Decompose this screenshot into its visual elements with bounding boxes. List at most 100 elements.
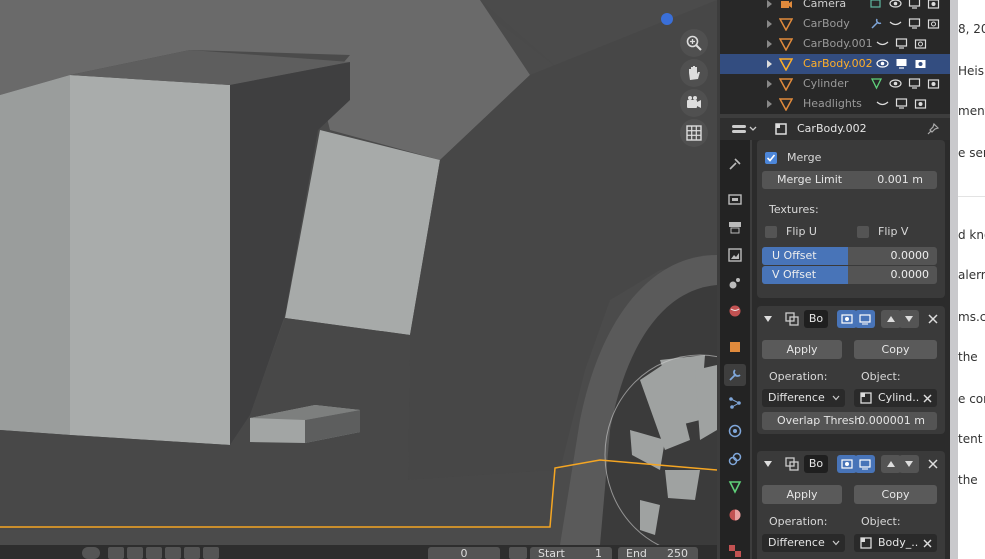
- camera-view-icon[interactable]: [680, 89, 708, 117]
- expand-arrow-icon[interactable]: [767, 20, 772, 28]
- outliner-row-headlights[interactable]: Headlights: [720, 94, 950, 114]
- expand-arrow-icon[interactable]: [767, 0, 772, 8]
- scene-tab-icon[interactable]: [724, 272, 746, 294]
- merge-limit-field[interactable]: Merge Limit 0.001 m: [762, 171, 937, 189]
- operation-select[interactable]: Difference: [762, 389, 845, 407]
- eye-icon[interactable]: [889, 77, 902, 90]
- copy-button[interactable]: Copy: [854, 485, 937, 504]
- zoom-icon[interactable]: [680, 29, 708, 57]
- tool-tab-icon[interactable]: [724, 153, 746, 175]
- flip-u-checkbox[interactable]: [765, 226, 777, 238]
- data-tab-icon[interactable]: [724, 476, 746, 498]
- move-up-icon[interactable]: [881, 455, 901, 473]
- expand-arrow-icon[interactable]: [767, 40, 772, 48]
- copy-button[interactable]: Copy: [854, 340, 937, 359]
- monitor-icon[interactable]: [908, 0, 921, 10]
- apply-button[interactable]: Apply: [762, 485, 842, 504]
- close-icon[interactable]: [927, 313, 939, 325]
- eye-icon[interactable]: [876, 57, 889, 70]
- world-tab-icon[interactable]: [724, 300, 746, 322]
- prev-keyframe-button[interactable]: [127, 547, 143, 559]
- wrench-modifier-icon[interactable]: [870, 17, 883, 30]
- output-tab-icon[interactable]: [724, 216, 746, 238]
- pin-icon[interactable]: [926, 122, 940, 136]
- render-camera-icon[interactable]: [914, 37, 927, 50]
- eye-closed-icon[interactable]: [876, 97, 889, 110]
- apply-button[interactable]: Apply: [762, 340, 842, 359]
- particles-tab-icon[interactable]: [724, 392, 746, 414]
- play-button[interactable]: [165, 547, 181, 559]
- record-button[interactable]: [82, 547, 100, 559]
- 3d-viewport[interactable]: [0, 0, 717, 545]
- monitor-icon[interactable]: [895, 37, 908, 50]
- stopwatch-icon[interactable]: [509, 547, 527, 559]
- mesh-object-icon: [779, 78, 793, 91]
- move-down-icon[interactable]: [899, 310, 919, 328]
- outliner-row-carbody-002[interactable]: CarBody.002: [720, 54, 950, 74]
- monitor-icon[interactable]: [908, 77, 921, 90]
- eye-closed-icon[interactable]: [876, 37, 889, 50]
- jump-start-button[interactable]: [108, 547, 124, 559]
- jump-end-button[interactable]: [203, 547, 219, 559]
- outliner-row-cylinder[interactable]: Cylinder: [720, 74, 950, 94]
- render-camera-icon[interactable]: [927, 77, 940, 90]
- move-up-icon[interactable]: [881, 310, 901, 328]
- render-camera-icon[interactable]: [914, 97, 927, 110]
- outliner-row-camera[interactable]: Camera: [720, 0, 950, 14]
- render-toggle-icon[interactable]: [837, 310, 857, 328]
- overlap-thresh-field[interactable]: Overlap Thresh 0.000001 m: [762, 412, 937, 430]
- play-reverse-button[interactable]: [146, 547, 162, 559]
- modifier-wrench-tab-icon[interactable]: [724, 364, 746, 386]
- outliner-row-carbody[interactable]: CarBody: [720, 14, 950, 34]
- outliner-row-carbody-001[interactable]: CarBody.001: [720, 34, 950, 54]
- object-tab-icon[interactable]: [724, 336, 746, 358]
- expand-arrow-icon[interactable]: [767, 100, 772, 108]
- editor-type-icon[interactable]: [730, 121, 760, 137]
- viewport-toggle-icon[interactable]: [855, 455, 875, 473]
- v-offset-slider[interactable]: V Offset 0.0000: [762, 266, 937, 284]
- object-picker[interactable]: Body_..: [854, 534, 937, 552]
- physics-tab-icon[interactable]: [724, 420, 746, 442]
- render-tab-icon[interactable]: [724, 188, 746, 210]
- operation-select[interactable]: Difference: [762, 534, 845, 552]
- flip-v-checkbox[interactable]: [857, 226, 869, 238]
- collapse-arrow-icon[interactable]: [763, 459, 773, 469]
- monitor-icon[interactable]: [895, 97, 908, 110]
- next-keyframe-button[interactable]: [184, 547, 200, 559]
- merge-checkbox[interactable]: [765, 152, 777, 164]
- camera-data-icon[interactable]: [870, 0, 883, 10]
- clear-x-icon[interactable]: [923, 394, 932, 403]
- start-frame-field[interactable]: Start 1: [530, 547, 612, 559]
- grid-view-icon[interactable]: [680, 119, 708, 147]
- move-down-icon[interactable]: [899, 455, 919, 473]
- clear-x-icon[interactable]: [923, 539, 932, 548]
- render-toggle-icon[interactable]: [837, 455, 857, 473]
- view-layer-tab-icon[interactable]: [724, 244, 746, 266]
- end-frame-field[interactable]: End 250: [618, 547, 698, 559]
- monitor-icon[interactable]: [895, 57, 908, 70]
- eye-closed-icon[interactable]: [889, 17, 902, 30]
- axis-gizmo-dot[interactable]: [661, 13, 673, 25]
- mesh-data-icon[interactable]: [870, 77, 883, 90]
- viewport-toggle-icon[interactable]: [855, 310, 875, 328]
- hand-pan-icon[interactable]: [680, 59, 708, 87]
- collapse-arrow-icon[interactable]: [763, 314, 773, 324]
- object-picker[interactable]: Cylind..: [854, 389, 937, 407]
- expand-arrow-icon[interactable]: [767, 80, 772, 88]
- constraints-tab-icon[interactable]: [724, 448, 746, 470]
- outliner-visibility-icons: [870, 17, 940, 30]
- texture-tab-icon[interactable]: [724, 540, 746, 559]
- render-camera-icon[interactable]: [914, 57, 927, 70]
- modifier-name-field[interactable]: Bo: [804, 310, 828, 328]
- current-frame-field[interactable]: 0: [428, 547, 500, 559]
- close-icon[interactable]: [927, 458, 939, 470]
- expand-arrow-icon[interactable]: [767, 60, 772, 68]
- monitor-icon[interactable]: [908, 17, 921, 30]
- document-scrollbar[interactable]: [950, 0, 958, 559]
- modifier-name-field[interactable]: Bo: [804, 455, 828, 473]
- eye-icon[interactable]: [889, 0, 902, 10]
- render-camera-icon[interactable]: [927, 17, 940, 30]
- u-offset-slider[interactable]: U Offset 0.0000: [762, 247, 937, 265]
- material-tab-icon[interactable]: [724, 504, 746, 526]
- render-camera-icon[interactable]: [927, 0, 940, 10]
